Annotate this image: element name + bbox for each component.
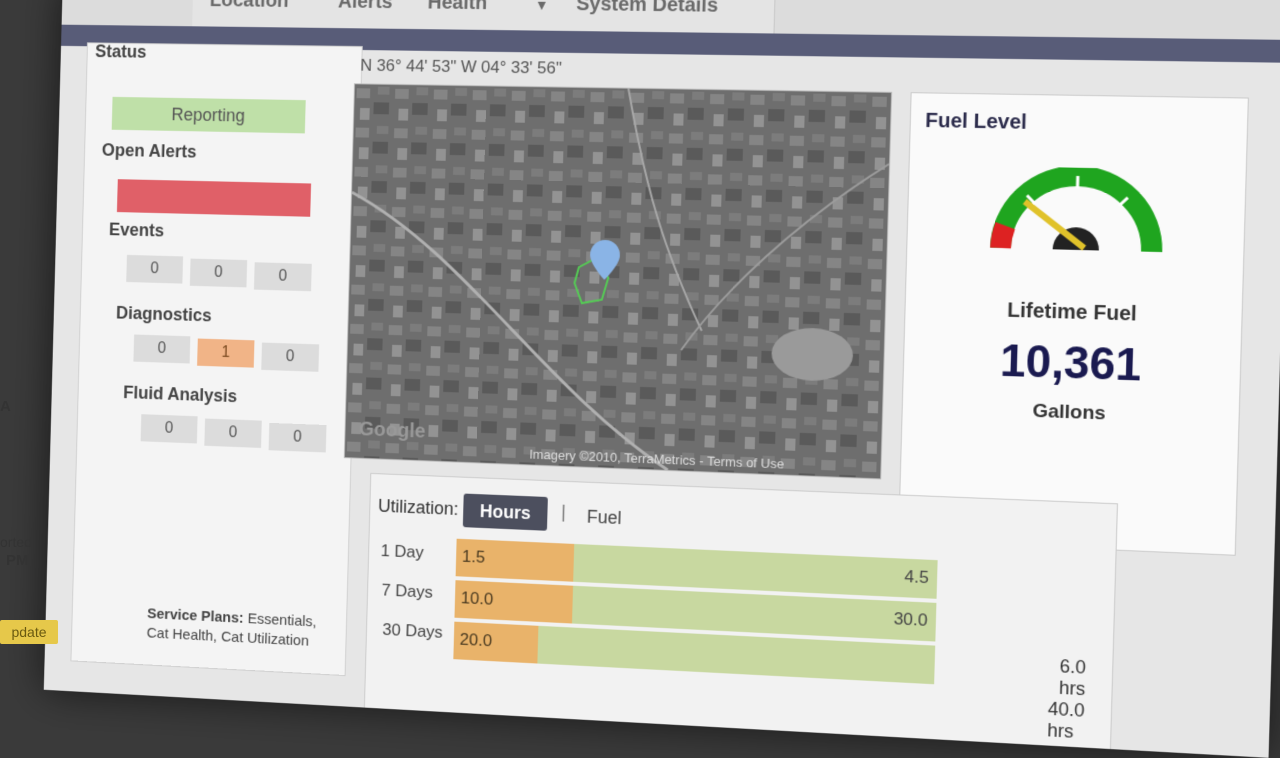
fluid-analysis-label: Fluid Analysis	[123, 383, 237, 407]
status-label: Status	[95, 42, 147, 63]
service-plans-value: Essentials,	[247, 610, 316, 630]
open-alerts-label: Open Alerts	[102, 140, 197, 162]
edge-text-a: A	[0, 398, 11, 415]
open-alerts-bar[interactable]	[117, 179, 311, 217]
map-pin-icon[interactable]	[589, 240, 620, 286]
bar-used-30-days: 20.0	[453, 622, 538, 664]
service-plans: Service Plans: Essentials, Cat Health, C…	[146, 604, 316, 652]
events-cell[interactable]: 0	[254, 262, 312, 291]
row-label-30-days: 30 Days	[382, 620, 443, 643]
tab-fuel[interactable]: Fuel	[587, 507, 622, 529]
service-plans-label: Service Plans:	[147, 605, 244, 626]
fuel-level-title: Fuel Level	[925, 110, 1027, 135]
events-cell[interactable]: 0	[126, 255, 183, 284]
events-cell[interactable]: 0	[190, 259, 247, 288]
row-label-7-days: 7 Days	[381, 581, 433, 603]
fluid-cell[interactable]: 0	[204, 419, 261, 448]
satellite-map[interactable]: Google Imagery ©2010, TerraMetrics - Ter…	[344, 83, 892, 479]
edge-text-pm: PM	[6, 552, 29, 569]
bar-used-7-days: 10.0	[454, 580, 573, 623]
lifetime-fuel-unit: Gallons	[902, 396, 1238, 430]
monitor-screen: Location Alerts Health ▼ System Details …	[44, 0, 1280, 758]
fluid-cell[interactable]: 0	[141, 414, 198, 443]
lifetime-fuel-value: 10,361	[903, 333, 1240, 395]
diagnostics-cell-highlighted[interactable]: 1	[197, 339, 254, 368]
status-panel: Status Reporting Open Alerts Events 0 0 …	[70, 42, 362, 676]
tab-system-details[interactable]: System Details	[558, 0, 776, 34]
total-1-day: 6.0 hrs	[1059, 656, 1113, 702]
bar-used-value: 1.5	[462, 547, 486, 568]
bar-used-value: 10.0	[461, 588, 494, 609]
bar-used-value: 20.0	[459, 630, 492, 651]
utilization-panel: Utilization: Hours | Fuel 1 Day 1.5 4.5 …	[364, 473, 1118, 752]
total-7-days: 40.0 hrs	[1047, 698, 1111, 744]
lifetime-fuel-label: Lifetime Fuel	[905, 296, 1242, 329]
events-label: Events	[109, 220, 165, 242]
diagnostics-label: Diagnostics	[116, 303, 212, 326]
utilization-label: Utilization:	[378, 496, 459, 520]
bar-rest-value: 30.0	[893, 609, 928, 631]
diagnostics-cell[interactable]: 0	[133, 334, 190, 363]
edge-text-reported: orted	[0, 534, 32, 550]
map-logo: Google	[359, 418, 426, 443]
tab-hours[interactable]: Hours	[463, 494, 548, 531]
map-coordinates: N 36° 44' 53" W 04° 33' 56"	[360, 56, 562, 79]
update-button[interactable]: pdate	[0, 620, 58, 644]
bar-used-1-day: 1.5	[456, 539, 575, 582]
fuel-gauge	[987, 166, 1169, 273]
bar-rest-value: 4.5	[904, 567, 929, 588]
tab-separator: |	[561, 502, 566, 523]
status-badge: Reporting	[112, 97, 306, 134]
row-label-1-day: 1 Day	[380, 541, 423, 563]
fluid-cell[interactable]: 0	[269, 423, 327, 453]
diagnostics-cell[interactable]: 0	[261, 343, 319, 372]
tab-location[interactable]: Location	[192, 0, 333, 28]
chevron-down-icon: ▼	[535, 0, 549, 13]
fuel-level-panel: Fuel Level Lifetime Fuel 10,361 Gallons	[898, 92, 1249, 556]
